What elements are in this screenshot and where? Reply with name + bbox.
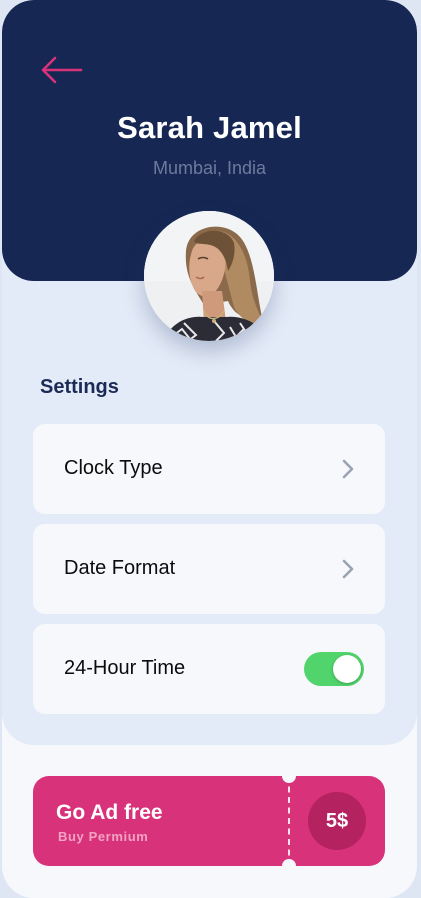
settings-item-label: 24-Hour Time <box>64 657 186 679</box>
settings-title: Settings <box>40 376 119 398</box>
settings-item-label: Clock Type <box>64 457 163 479</box>
24-hour-toggle[interactable] <box>304 652 364 686</box>
profile-location: Mumbai, India <box>152 158 267 178</box>
go-ad-free-button[interactable]: Go Ad free Buy Permium 5$ <box>33 776 385 866</box>
arrow-left-icon[interactable] <box>38 54 84 86</box>
settings-panel: Sarah Jamel Mumbai, India Settings Clock… <box>2 0 417 745</box>
phone-screen: Sarah Jamel Mumbai, India Settings Clock… <box>2 0 417 898</box>
profile-name: Sarah Jamel <box>117 110 302 145</box>
settings-item-label: Date Format <box>64 557 176 579</box>
avatar <box>144 211 274 341</box>
chevron-right-icon <box>341 458 355 480</box>
chevron-right-icon <box>341 558 355 580</box>
price-badge: 5$ <box>308 792 366 850</box>
promo-title: Go Ad free <box>56 801 163 824</box>
ticket-notch-top <box>282 776 296 783</box>
promo-subtitle: Buy Permium <box>58 829 149 844</box>
settings-item-clock-type[interactable]: Clock Type <box>33 424 385 514</box>
settings-item-24-hour-time: 24-Hour Time <box>33 624 385 714</box>
settings-item-date-format[interactable]: Date Format <box>33 524 385 614</box>
ticket-notch-bottom <box>282 859 296 866</box>
toggle-knob <box>333 655 361 683</box>
ticket-divider <box>288 776 290 866</box>
